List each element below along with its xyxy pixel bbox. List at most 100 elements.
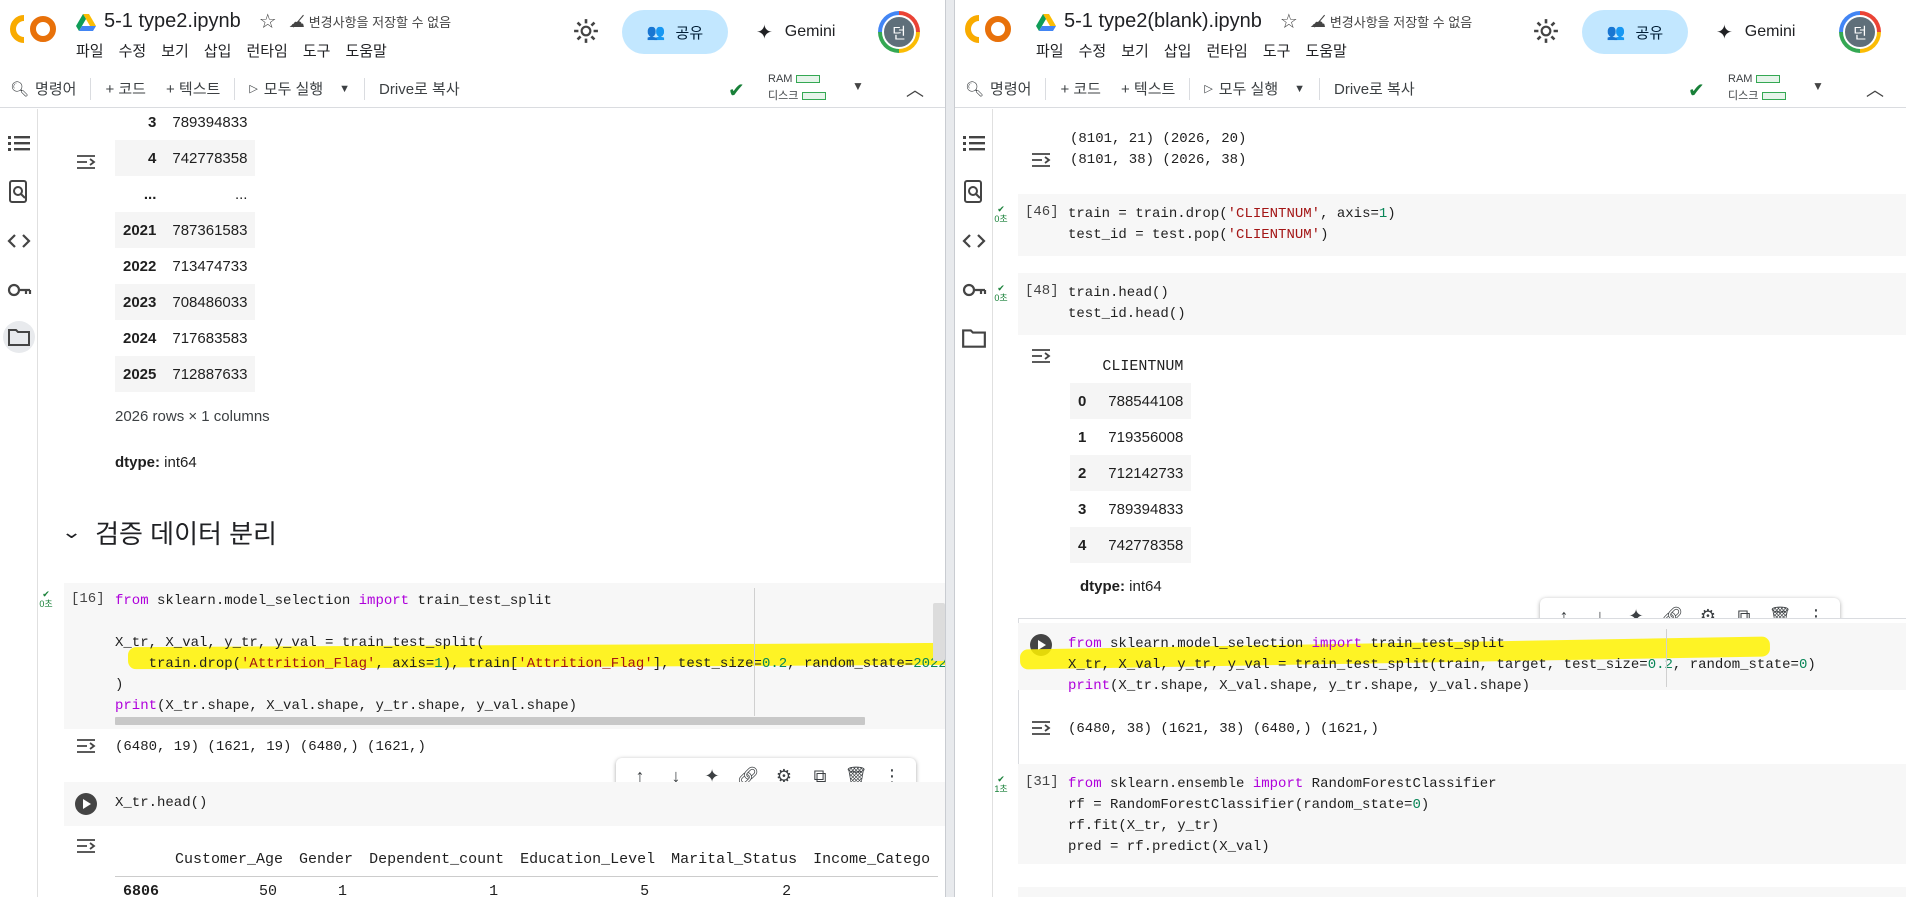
run-all-button[interactable]: ▷ 모두 실행 ▼ bbox=[239, 74, 360, 104]
avatar[interactable]: 던 bbox=[1839, 11, 1881, 53]
colab-logo[interactable] bbox=[965, 12, 1013, 46]
collapse-up-icon[interactable]: ︿ bbox=[906, 76, 924, 102]
star-icon[interactable]: ☆ bbox=[1280, 9, 1298, 34]
menu-tools[interactable]: 도구 bbox=[303, 40, 331, 61]
resource-meter[interactable]: RAM 디스크 bbox=[768, 71, 827, 105]
cell-value: 712887633 bbox=[172, 365, 248, 383]
cell-value: 789394833 bbox=[1108, 500, 1184, 518]
star-icon[interactable]: ☆ bbox=[259, 9, 277, 34]
header: 5-1 type2.ipynb ☆ ☁̸ 변경사항을 저장할 수 없음 파일 수… bbox=[0, 0, 945, 68]
output-toggle-icon[interactable] bbox=[1030, 719, 1052, 737]
chevron-down-icon[interactable]: ▼ bbox=[852, 79, 864, 93]
next-cell[interactable] bbox=[1018, 887, 1906, 897]
cloud-off-icon: ☁̸ bbox=[1309, 13, 1326, 31]
save-status: ☁̸ 변경사항을 저장할 수 없음 bbox=[1310, 12, 1472, 32]
menu-view[interactable]: 보기 bbox=[161, 40, 189, 61]
run-cell-button[interactable] bbox=[75, 793, 97, 815]
add-code-button[interactable]: + 코드 bbox=[1050, 74, 1111, 104]
menu-edit[interactable]: 수정 bbox=[119, 40, 147, 61]
notebook-content[interactable]: 3 789394833 4 742778358...... 2021 787361583 2… bbox=[39, 109, 945, 897]
menu-runtime[interactable]: 런타임 bbox=[1206, 40, 1247, 61]
cell-value: 2 bbox=[782, 883, 792, 897]
output-toggle-icon[interactable] bbox=[75, 153, 97, 171]
column-header: Dependent_count bbox=[369, 851, 505, 868]
share-button[interactable]: 👥 공유 bbox=[1582, 10, 1688, 54]
vertical-scrollbar[interactable] bbox=[933, 603, 945, 661]
dtype-label: dtype: bbox=[115, 454, 160, 471]
code-editor[interactable]: train = train.drop('CLIENTNUM', axis=1) … bbox=[1068, 204, 1396, 246]
divider bbox=[1189, 77, 1191, 100]
commands-button[interactable]: 🔍︎ 명령어 bbox=[955, 74, 1041, 104]
output-toggle-icon[interactable] bbox=[75, 837, 97, 855]
divider bbox=[1319, 77, 1321, 100]
code-editor[interactable]: from sklearn.model_selection import trai… bbox=[1068, 634, 1816, 697]
code-editor[interactable]: train.head() test_id.head() bbox=[1068, 283, 1186, 325]
output-toggle-icon[interactable] bbox=[1030, 151, 1052, 169]
column-header: Customer_Age bbox=[175, 851, 284, 868]
gemini-button[interactable]: ✦ Gemini bbox=[1716, 10, 1795, 54]
menu-file[interactable]: 파일 bbox=[76, 40, 104, 61]
code-snippets-icon[interactable] bbox=[6, 228, 32, 254]
chevron-down-icon[interactable]: ▼ bbox=[1294, 83, 1305, 95]
code-snippets-icon[interactable] bbox=[961, 228, 987, 254]
table-row: 4 742778358 bbox=[1070, 527, 1192, 563]
code-editor[interactable]: X_tr.head() bbox=[115, 793, 207, 814]
chevron-down-icon[interactable]: ▼ bbox=[1812, 79, 1824, 93]
output-toggle-icon[interactable] bbox=[75, 737, 97, 755]
row-index: 2023 bbox=[123, 293, 157, 311]
avatar[interactable]: 던 bbox=[878, 11, 920, 53]
settings-gear-icon[interactable] bbox=[1533, 18, 1559, 44]
divider bbox=[90, 77, 92, 100]
folder-icon bbox=[8, 329, 30, 346]
key-icon[interactable] bbox=[961, 277, 987, 303]
add-text-button[interactable]: + 텍스트 bbox=[156, 74, 230, 104]
menu-tools[interactable]: 도구 bbox=[1263, 40, 1291, 61]
cell-run-status: ✔ 0초 bbox=[39, 589, 53, 609]
files-button[interactable] bbox=[3, 321, 35, 353]
find-doc-icon[interactable] bbox=[6, 179, 32, 205]
toc-list-icon[interactable] bbox=[961, 131, 987, 157]
commands-button[interactable]: 🔍︎ 명령어 bbox=[0, 74, 86, 104]
menu-runtime[interactable]: 런타임 bbox=[246, 40, 287, 61]
run-all-button[interactable]: ▷ 모두 실행 ▼ bbox=[1194, 74, 1315, 104]
find-doc-icon[interactable] bbox=[961, 179, 987, 205]
menu-view[interactable]: 보기 bbox=[1121, 40, 1149, 61]
menu-file[interactable]: 파일 bbox=[1036, 40, 1064, 61]
toc-list-icon[interactable] bbox=[6, 131, 32, 157]
menu-insert[interactable]: 삽입 bbox=[204, 40, 232, 61]
collapse-up-icon[interactable]: ︿ bbox=[1866, 76, 1884, 102]
colab-logo[interactable] bbox=[10, 12, 58, 46]
output-toggle-icon[interactable] bbox=[1030, 347, 1052, 365]
folder-icon[interactable] bbox=[961, 325, 987, 351]
window-divider[interactable] bbox=[945, 0, 955, 897]
share-button[interactable]: 👥 공유 bbox=[622, 10, 728, 54]
horizontal-scrollbar[interactable] bbox=[115, 717, 865, 725]
chevron-down-icon[interactable]: ▼ bbox=[339, 83, 350, 95]
row-index: 2 bbox=[1078, 464, 1087, 482]
add-code-button[interactable]: + 코드 bbox=[95, 74, 156, 104]
notebook-content[interactable]: (8101, 21) (2026, 20) (8101, 38) (2026, … bbox=[994, 109, 1906, 897]
code-editor[interactable]: from sklearn.model_selection import trai… bbox=[115, 591, 945, 717]
cell-value: 1 bbox=[338, 883, 348, 897]
copy-to-drive-button[interactable]: Drive로 복사 bbox=[369, 74, 470, 104]
output-line: (8101, 38) (2026, 38) bbox=[1070, 152, 1247, 168]
share-label: 공유 bbox=[1635, 24, 1664, 42]
menu-help[interactable]: 도움말 bbox=[345, 40, 386, 61]
copy-to-drive-button[interactable]: Drive로 복사 bbox=[1324, 74, 1425, 104]
table-row: 1 719356008 bbox=[1070, 419, 1191, 455]
menu-help[interactable]: 도움말 bbox=[1305, 40, 1346, 61]
chevron-down-icon[interactable]: ⌄ bbox=[61, 522, 82, 543]
key-icon[interactable] bbox=[6, 277, 32, 303]
gemini-button[interactable]: ✦ Gemini bbox=[756, 10, 835, 54]
add-text-button[interactable]: + 텍스트 bbox=[1111, 74, 1185, 104]
run-all-label: 모두 실행 bbox=[263, 81, 324, 98]
divider bbox=[364, 77, 366, 100]
settings-gear-icon[interactable] bbox=[573, 18, 599, 44]
resource-meter[interactable]: RAM 디스크 bbox=[1728, 71, 1787, 105]
code-editor[interactable]: from sklearn.ensemble import RandomFores… bbox=[1068, 774, 1497, 858]
notebook-title-text[interactable]: 5-1 type2(blank).ipynb bbox=[1064, 10, 1262, 33]
menu-edit[interactable]: 수정 bbox=[1079, 40, 1107, 61]
notebook-title-text[interactable]: 5-1 type2.ipynb bbox=[104, 10, 241, 33]
menu-insert[interactable]: 삽입 bbox=[1164, 40, 1192, 61]
section-heading[interactable]: ⌄ 검증 데이터 분리 bbox=[61, 514, 277, 551]
